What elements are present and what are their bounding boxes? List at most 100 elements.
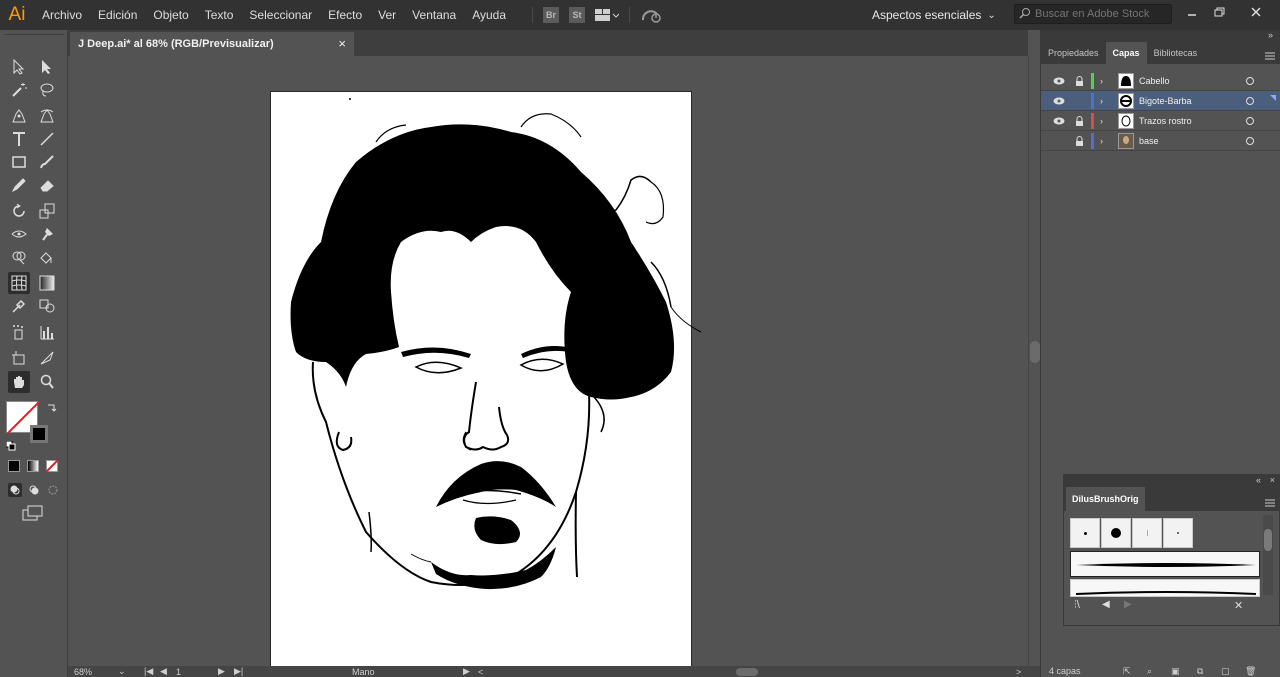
layer-name[interactable]: Bigote-Barba <box>1139 91 1192 111</box>
scrollbar-thumb[interactable] <box>1030 341 1040 363</box>
zoom-tool-icon[interactable] <box>36 371 58 393</box>
target-circle-icon[interactable] <box>1246 97 1254 105</box>
artboard[interactable] <box>270 91 702 666</box>
symbol-sprayer-tool-icon[interactable] <box>8 321 30 343</box>
gpu-performance-icon[interactable] <box>640 7 662 23</box>
chevron-right-icon[interactable]: › <box>1100 71 1103 91</box>
lasso-tool-icon[interactable] <box>36 79 58 101</box>
menu-efecto[interactable]: Efecto <box>320 0 370 30</box>
layer-row[interactable]: › Trazos rostro <box>1041 111 1280 131</box>
pen-tool-icon[interactable] <box>8 105 30 127</box>
none-mode-button[interactable] <box>46 460 58 472</box>
chevron-right-icon[interactable]: › <box>1100 111 1103 131</box>
brush-libraries-icon[interactable]: ⫶\ <box>1074 599 1080 612</box>
make-clipping-mask-icon[interactable]: ▣ <box>1171 666 1180 677</box>
blend-tool-icon[interactable] <box>36 295 58 317</box>
default-colors-icon[interactable] <box>5 438 16 451</box>
brushes-scrollbar[interactable] <box>1263 515 1273 595</box>
menu-seleccionar[interactable]: Seleccionar <box>241 0 320 30</box>
layer-name[interactable]: Cabello <box>1139 71 1170 91</box>
target-circle-icon[interactable] <box>1246 117 1254 125</box>
color-mode-button[interactable] <box>8 460 20 472</box>
panel-menu-icon[interactable] <box>1265 48 1275 60</box>
magic-wand-tool-icon[interactable] <box>8 79 30 101</box>
lock-icon[interactable] <box>1075 131 1084 151</box>
rotate-tool-icon[interactable] <box>8 200 30 222</box>
gradient-tool-icon[interactable] <box>36 272 58 294</box>
artboard-tool-icon[interactable] <box>8 347 30 369</box>
vertical-scrollbar[interactable] <box>1028 56 1040 666</box>
artboard-number-field[interactable]: 1 <box>176 666 216 677</box>
bridge-button[interactable]: Br <box>543 7 560 23</box>
menu-objeto[interactable]: Objeto <box>145 0 196 30</box>
tab-capas[interactable]: Capas <box>1105 42 1147 64</box>
target-circle-icon[interactable] <box>1246 137 1254 145</box>
lock-icon[interactable] <box>1075 71 1084 91</box>
brush-stroke[interactable] <box>1070 579 1260 597</box>
screen-mode-icon[interactable] <box>22 505 44 521</box>
lock-icon[interactable] <box>1075 111 1084 131</box>
eye-icon[interactable] <box>1053 91 1065 111</box>
line-tool-icon[interactable] <box>36 128 58 150</box>
eyedropper-tool-icon[interactable] <box>8 295 30 317</box>
chevron-right-icon[interactable]: › <box>1100 91 1103 111</box>
eraser-tool-icon[interactable] <box>36 174 58 196</box>
selection-tool-icon[interactable] <box>8 56 30 78</box>
slice-tool-icon[interactable] <box>36 347 58 369</box>
workspace-switcher[interactable]: Aspectos esenciales ⌄ <box>872 5 996 25</box>
previous-library-icon[interactable]: ◀ <box>1102 599 1110 610</box>
scale-tool-icon[interactable] <box>36 200 58 222</box>
mesh-tool-icon[interactable] <box>8 272 30 294</box>
tab-brush-library[interactable]: DilusBrushOrig <box>1066 487 1145 511</box>
layer-name[interactable]: Trazos rostro <box>1139 111 1192 131</box>
target-circle-icon[interactable] <box>1246 77 1254 85</box>
rectangle-tool-icon[interactable] <box>8 151 30 173</box>
shape-builder-tool-icon[interactable] <box>8 246 30 268</box>
new-layer-icon[interactable]: ▢ <box>1221 666 1230 677</box>
layer-row-selected[interactable]: › Bigote-Barba <box>1041 91 1280 111</box>
search-input[interactable] <box>1035 8 1165 20</box>
collapse-arrows-icon[interactable]: » <box>1268 30 1273 40</box>
scrollbar-thumb[interactable] <box>1264 529 1272 551</box>
menu-texto[interactable]: Texto <box>197 0 242 30</box>
status-menu-arrow[interactable]: ▶ <box>463 666 470 677</box>
draw-normal-icon[interactable] <box>8 483 22 497</box>
eye-icon[interactable] <box>1053 111 1065 131</box>
swap-fill-stroke-icon[interactable] <box>46 402 58 414</box>
horizontal-scrollbar-thumb[interactable] <box>736 668 758 676</box>
next-library-icon[interactable]: ▶ <box>1124 599 1132 610</box>
menu-archivo[interactable]: Archivo <box>34 0 90 30</box>
tab-bibliotecas[interactable]: Bibliotecas <box>1147 42 1205 64</box>
hand-tool-icon[interactable] <box>8 371 30 393</box>
restore-button[interactable] <box>1209 3 1231 21</box>
pencil-tool-icon[interactable] <box>8 174 30 196</box>
tab-propiedades[interactable]: Propiedades <box>1041 42 1106 64</box>
paintbrush-tool-icon[interactable] <box>36 151 58 173</box>
type-tool-icon[interactable] <box>8 128 30 150</box>
live-paint-tool-icon[interactable] <box>36 246 58 268</box>
close-panel-icon[interactable]: × <box>1270 475 1275 485</box>
close-tab-icon[interactable]: × <box>338 36 346 51</box>
document-tab[interactable]: J Deep.ai* al 68% (RGB/Previsualizar) × <box>70 32 354 56</box>
close-window-button[interactable] <box>1245 3 1267 21</box>
menu-ver[interactable]: Ver <box>370 0 404 30</box>
new-sublayer-icon[interactable]: ⧉ <box>1197 666 1203 677</box>
collapse-arrows-icon[interactable]: « <box>1256 475 1261 485</box>
puppet-warp-tool-icon[interactable] <box>36 223 58 245</box>
menu-ventana[interactable]: Ventana <box>404 0 464 30</box>
minimize-button[interactable] <box>1181 3 1203 21</box>
draw-inside-icon[interactable] <box>46 483 60 497</box>
column-graph-tool-icon[interactable] <box>36 321 58 343</box>
chevron-right-icon[interactable]: › <box>1100 131 1103 151</box>
toolbar-grip[interactable] <box>4 34 64 40</box>
gradient-mode-button[interactable] <box>27 460 39 472</box>
width-tool-icon[interactable] <box>8 223 30 245</box>
layer-name[interactable]: base <box>1139 131 1159 151</box>
arrange-documents-icon[interactable] <box>595 7 620 23</box>
menu-ayuda[interactable]: Ayuda <box>464 0 514 30</box>
draw-behind-icon[interactable] <box>27 483 41 497</box>
brush-swatch-large-dot[interactable] <box>1101 518 1131 548</box>
previous-artboard-button[interactable]: ◀ <box>160 666 167 677</box>
last-artboard-button[interactable]: ▶| <box>234 666 243 677</box>
zoom-field[interactable]: 68% ⌄ <box>74 666 134 677</box>
